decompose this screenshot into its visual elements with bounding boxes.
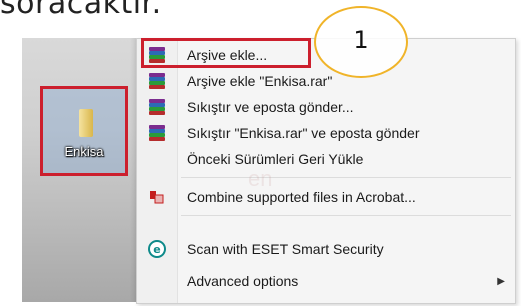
watermark-text: en: [248, 166, 273, 191]
step-number: 1: [353, 26, 369, 54]
desktop-folder-selected[interactable]: Enkisa: [40, 86, 128, 176]
menu-item-label: Sıkıştır ve eposta gönder...: [187, 99, 354, 115]
submenu-arrow-icon: ▶: [497, 275, 505, 287]
caption-text: soracaktır.: [0, 0, 162, 21]
menu-item-label: Advanced options: [187, 273, 299, 289]
eset-icon: e: [148, 240, 166, 258]
folder-icon: [79, 109, 93, 137]
menu-separator: [181, 215, 511, 216]
menu-item-scan-eset[interactable]: e Scan with ESET Smart Security: [137, 236, 515, 262]
menu-item-label: Sıkıştır "Enkisa.rar" ve eposta gönder: [187, 125, 420, 141]
menu-item-add-to-enkisa-rar[interactable]: Arşive ekle "Enkisa.rar": [137, 68, 515, 94]
winrar-icon: [148, 46, 166, 64]
folder-label: Enkisa: [64, 144, 104, 159]
menu-item-advanced-options[interactable]: Advanced options ▶: [137, 268, 515, 294]
winrar-icon: [148, 98, 166, 116]
menu-item-compress-enkisa-and-email[interactable]: Sıkıştır "Enkisa.rar" ve eposta gönder: [137, 120, 515, 146]
menu-item-compress-and-email[interactable]: Sıkıştır ve eposta gönder...: [137, 94, 515, 120]
step-callout: 1: [314, 6, 408, 78]
menu-item-label: Arşive ekle...: [187, 47, 268, 63]
menu-item-restore-previous-versions[interactable]: Önceki Sürümleri Geri Yükle: [137, 146, 515, 172]
winrar-icon: [148, 124, 166, 142]
context-menu: Arşive ekle... Arşive ekle "Enkisa.rar" …: [136, 38, 516, 304]
menu-item-label: Arşive ekle "Enkisa.rar": [187, 73, 333, 89]
menu-separator: [181, 177, 511, 178]
winrar-icon: [148, 72, 166, 90]
menu-item-label: Önceki Sürümleri Geri Yükle: [187, 151, 364, 167]
menu-item-label: Combine supported files in Acrobat...: [187, 189, 416, 205]
menu-item-label: Scan with ESET Smart Security: [187, 241, 384, 257]
acrobat-icon: [148, 188, 166, 206]
svg-text:e: e: [153, 243, 160, 256]
menu-item-combine-in-acrobat[interactable]: Combine supported files in Acrobat...: [137, 184, 515, 210]
